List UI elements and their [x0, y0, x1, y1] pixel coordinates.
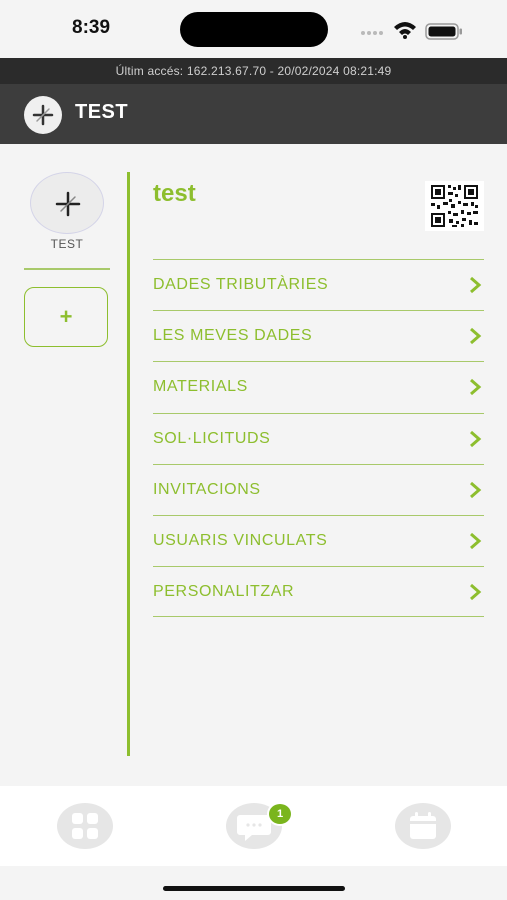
menu-item-sollicituds[interactable]: SOL·LICITUDS — [153, 412, 484, 464]
status-bar: 8:39 — [0, 0, 507, 58]
signal-icon — [361, 31, 383, 35]
avatar-label: TEST — [50, 237, 84, 251]
status-icons — [358, 18, 468, 40]
chevron-right-icon — [470, 379, 482, 396]
menu-item-invitacions[interactable]: INVITACIONS — [153, 463, 484, 515]
menu-item-personalitzar[interactable]: PERSONALITZAR — [153, 566, 484, 618]
menu-item-label: PERSONALITZAR — [153, 582, 295, 600]
calendar-icon[interactable] — [395, 803, 451, 849]
wifi-icon — [394, 22, 416, 39]
menu-item-les-meves-dades[interactable]: LES MEVES DADES — [153, 310, 484, 361]
dynamic-island — [180, 12, 328, 47]
chevron-right-icon — [470, 481, 482, 498]
menu-item-label: DADES TRIBUTÀRIES — [153, 276, 329, 294]
pinwheel-logo-icon[interactable] — [24, 96, 62, 134]
status-time: 8:39 — [72, 17, 111, 38]
left-divider — [24, 268, 110, 270]
home-indicator-area — [0, 866, 507, 900]
menu-item-label: USUARIS VINCULATS — [153, 532, 328, 550]
profile-menu: DADES TRIBUTÀRIES LES MEVES DADES MATERI… — [153, 259, 484, 618]
add-profile-button[interactable]: + — [24, 287, 108, 347]
home-indicator[interactable] — [163, 886, 345, 891]
vertical-divider — [127, 172, 130, 756]
menu-item-label: LES MEVES DADES — [153, 327, 313, 345]
qr-code-icon[interactable] — [425, 181, 484, 231]
dashboard-grid-icon[interactable] — [57, 803, 113, 849]
notification-badge: 1 — [267, 802, 293, 826]
menu-item-label: INVITACIONS — [153, 480, 261, 498]
menu-item-dades-tributaries[interactable]: DADES TRIBUTÀRIES — [153, 259, 484, 310]
menu-item-usuaris-vinculats[interactable]: USUARIS VINCULATS — [153, 514, 484, 566]
header-title: TEST — [75, 101, 129, 123]
chevron-right-icon — [470, 276, 482, 294]
chevron-right-icon — [470, 532, 482, 550]
chevron-right-icon — [470, 328, 482, 345]
menu-item-materials[interactable]: MATERIALS — [153, 361, 484, 412]
menu-item-label: MATERIALS — [153, 378, 248, 396]
avatar[interactable] — [30, 172, 104, 234]
profile-name: test — [153, 180, 196, 207]
last-access-banner: Últim accés: 162.213.67.70 - 20/02/2024 … — [0, 58, 507, 84]
chevron-right-icon — [470, 430, 482, 447]
chevron-right-icon — [470, 583, 482, 600]
menu-item-label: SOL·LICITUDS — [153, 429, 271, 447]
battery-icon — [425, 23, 462, 40]
